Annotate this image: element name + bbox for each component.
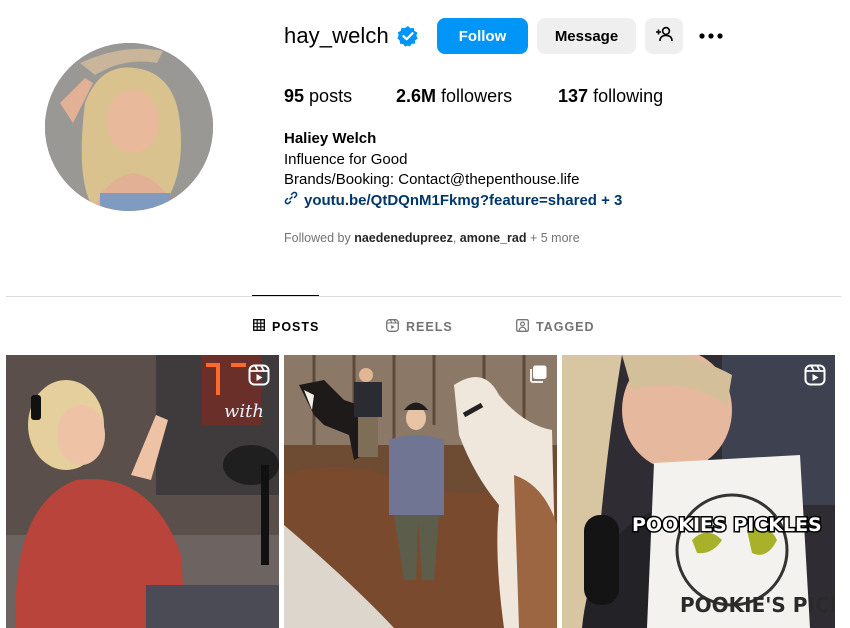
followed-by-user-2[interactable]: amone_rad: [460, 231, 527, 245]
reels-badge-icon: [804, 364, 826, 391]
bio-line-2: Brands/Booking: Contact@thepenthouse.lif…: [284, 171, 580, 188]
overlay-text: POOKIES PICKLES: [632, 514, 822, 536]
posts-stat: 95 posts: [284, 86, 352, 107]
bio-link[interactable]: youtu.be/QtDQnM1Fkmg?feature=shared + 3: [284, 191, 622, 212]
tab-posts-label: POSTS: [272, 319, 320, 334]
username: hay_welch: [284, 23, 389, 48]
tabs-divider: [6, 296, 841, 297]
tab-posts[interactable]: POSTS: [253, 319, 319, 334]
followed-by-separator: ,: [452, 231, 457, 245]
more-options-icon[interactable]: [697, 26, 725, 46]
carousel-badge-icon: [528, 364, 548, 389]
followers-count: 2.6M: [396, 86, 437, 106]
reels-icon: [386, 319, 399, 335]
followers-stat[interactable]: 2.6M followers: [396, 86, 512, 107]
post-tile-1[interactable]: with: [6, 355, 279, 628]
post-tile-3[interactable]: POOKIE'S PICKLES POOKIES PICKLES: [562, 355, 835, 628]
add-user-icon: [655, 26, 673, 46]
display-name: Haliey Welch: [284, 130, 377, 147]
tagged-icon: [516, 319, 529, 335]
followed-by[interactable]: Followed by naedenedupreez, amone_rad + …: [284, 231, 580, 245]
tab-reels[interactable]: REELS: [386, 319, 453, 335]
followed-by-more: + 5 more: [529, 231, 580, 245]
verified-badge-icon: [397, 25, 419, 47]
profile-avatar[interactable]: [45, 43, 213, 211]
follow-button[interactable]: Follow: [437, 18, 528, 54]
post-tile-2[interactable]: [284, 355, 557, 628]
followed-by-user-1[interactable]: naedenedupreez: [354, 231, 453, 245]
svg-text:with: with: [224, 401, 264, 422]
posts-count: 95: [284, 86, 305, 106]
active-tab-indicator: [252, 295, 319, 296]
message-button[interactable]: Message: [537, 18, 636, 54]
posts-label: posts: [309, 86, 353, 106]
link-icon: [284, 191, 298, 212]
tab-tagged[interactable]: TAGGED: [516, 319, 595, 335]
suggested-users-button[interactable]: [645, 18, 683, 54]
bio-link-text[interactable]: youtu.be/QtDQnM1Fkmg?feature=shared + 3: [304, 191, 622, 212]
following-label: following: [593, 86, 664, 106]
bio-line-1: Influence for Good: [284, 150, 408, 168]
followed-by-prefix: Followed by: [284, 231, 351, 245]
following-stat[interactable]: 137 following: [558, 86, 663, 107]
grid-icon: [253, 319, 265, 334]
tab-tagged-label: TAGGED: [536, 320, 595, 334]
following-count: 137: [558, 86, 589, 106]
profile-bio: Haliey Welch Influence for Good Brands/B…: [284, 129, 622, 211]
reels-badge-icon: [248, 364, 270, 391]
profile-header: hay_welch: [284, 18, 419, 54]
followers-label: followers: [441, 86, 513, 106]
sign-text: POOKIE'S PICKLES: [680, 593, 835, 617]
tab-reels-label: REELS: [406, 320, 453, 334]
